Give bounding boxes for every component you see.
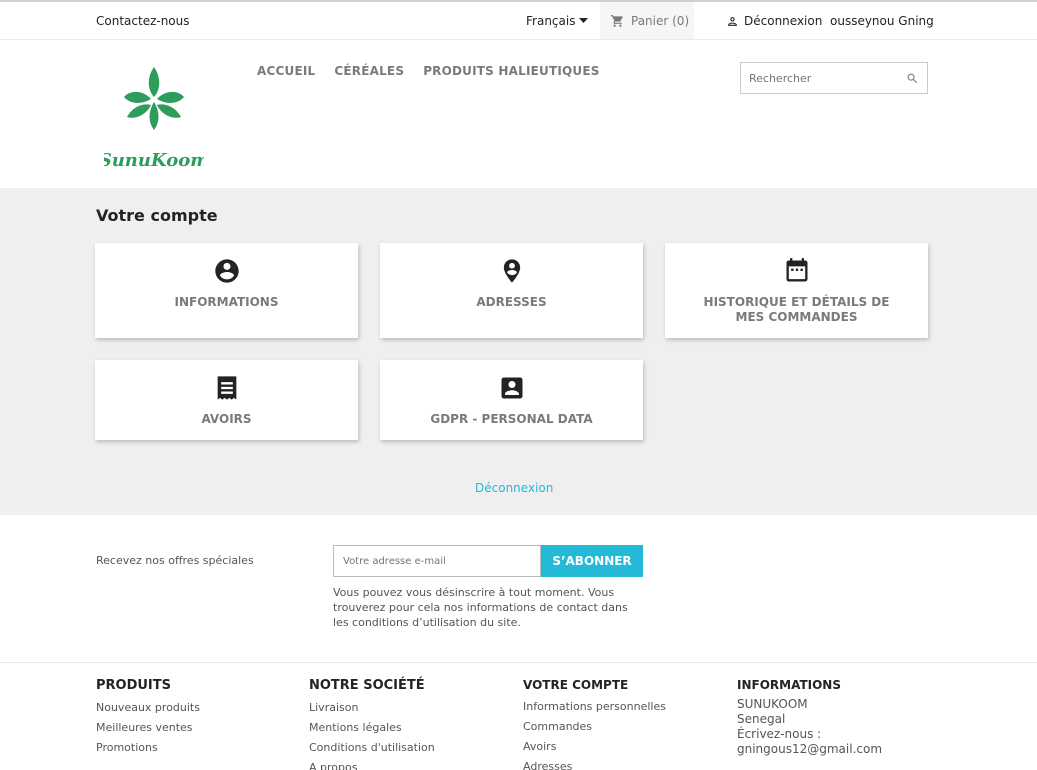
caret-down-icon — [579, 18, 589, 23]
calendar-icon — [786, 258, 807, 282]
top-bar: Contactez-nous Français Panier (0) Décon… — [0, 0, 1037, 40]
store-email-link[interactable]: gningous12@gmail.com — [737, 742, 882, 757]
write-us-label: Écrivez-nous : — [737, 727, 822, 741]
card-historique-commandes[interactable]: Historique et détails de mes commandes — [665, 243, 928, 338]
footer-link[interactable]: A propos — [309, 758, 435, 770]
footer-link[interactable]: Avoirs — [523, 737, 666, 757]
account-section: Votre compte Informations Adresses Histo… — [0, 188, 1037, 515]
receipt-icon — [217, 376, 236, 400]
footer-col-societe: Notre société Livraison Mentions légales… — [309, 678, 435, 770]
card-label: Informations — [174, 295, 279, 309]
card-informations[interactable]: Informations — [95, 243, 358, 338]
footer-link[interactable]: Informations personnelles — [523, 697, 666, 717]
footer-link[interactable]: Conditions d'utilisation — [309, 738, 435, 758]
newsletter-section: Recevez nos offres spéciales S’abonner V… — [0, 515, 1037, 663]
header: SunuKoom Accueil Céréales Produits halie… — [0, 40, 1037, 188]
location-pin-icon — [503, 259, 520, 283]
card-gdpr-personal-data[interactable]: GDPR - Personal Data — [380, 360, 643, 440]
subscribe-button[interactable]: S’abonner — [541, 545, 643, 577]
card-label: Historique et détails de mes commandes — [703, 295, 890, 324]
card-label: GDPR - Personal Data — [430, 412, 593, 426]
account-box-icon — [501, 377, 522, 399]
logo-text: SunuKoom — [104, 150, 204, 171]
contact-link[interactable]: Contactez-nous — [96, 14, 190, 28]
card-label: Avoirs — [201, 412, 252, 426]
footer-link[interactable]: Adresses — [523, 757, 666, 770]
user-name-link[interactable]: ousseynou Gning — [830, 14, 934, 28]
user-icon — [728, 16, 737, 26]
footer-col-informations: Informations SUNUKOOM Senegal Écrivez-no… — [737, 678, 882, 757]
card-label: Adresses — [476, 295, 547, 309]
card-avoirs[interactable]: Avoirs — [95, 360, 358, 440]
footer-link[interactable]: Meilleures ventes — [96, 718, 200, 738]
cart-button[interactable]: Panier (0) — [600, 2, 694, 39]
footer: Produits Nouveaux produits Meilleures ve… — [0, 663, 1037, 770]
language-label: Français — [526, 14, 576, 28]
logout-link[interactable]: Déconnexion — [475, 481, 553, 495]
logout-top-link[interactable]: Déconnexion — [726, 14, 822, 28]
logout-top-label: Déconnexion — [744, 14, 823, 28]
card-adresses[interactable]: Adresses — [380, 243, 643, 338]
search-input[interactable] — [741, 63, 891, 93]
footer-heading: Informations — [737, 678, 841, 692]
main-nav: Accueil Céréales Produits halieutiques — [257, 64, 600, 78]
footer-link[interactable]: Nouveaux produits — [96, 698, 200, 718]
shopping-cart-icon — [611, 14, 623, 27]
nav-item-accueil[interactable]: Accueil — [257, 64, 315, 78]
footer-col-produits: Produits Nouveaux produits Meilleures ve… — [96, 678, 200, 758]
footer-link[interactable]: Promotions — [96, 738, 200, 758]
footer-heading: Produits — [96, 678, 172, 693]
cart-label: Panier (0) — [631, 13, 690, 28]
footer-link[interactable]: Commandes — [523, 717, 666, 737]
nav-item-produits-halieutiques[interactable]: Produits halieutiques — [423, 64, 599, 78]
store-name: SUNUKOOM — [737, 697, 808, 711]
logo[interactable]: SunuKoom — [99, 64, 209, 174]
newsletter-email-input[interactable] — [333, 545, 541, 577]
search-box — [740, 62, 928, 94]
newsletter-label: Recevez nos offres spéciales — [96, 554, 254, 567]
footer-link[interactable]: Mentions légales — [309, 718, 435, 738]
page-title: Votre compte — [96, 206, 218, 225]
store-country: Senegal — [737, 712, 786, 726]
leaf-logo-icon: SunuKoom — [99, 67, 209, 171]
footer-link[interactable]: Livraison — [309, 698, 435, 718]
search-icon[interactable] — [906, 72, 919, 85]
footer-heading: Notre société — [309, 678, 425, 693]
footer-heading: Votre compte — [523, 678, 629, 692]
newsletter-note: Vous pouvez vous désinscrire à tout mome… — [333, 586, 628, 629]
footer-col-compte: Votre compte Informations personnelles C… — [523, 678, 666, 770]
language-selector[interactable]: Français — [526, 14, 589, 28]
account-circle-icon — [214, 259, 239, 283]
nav-item-cereales[interactable]: Céréales — [334, 64, 404, 78]
